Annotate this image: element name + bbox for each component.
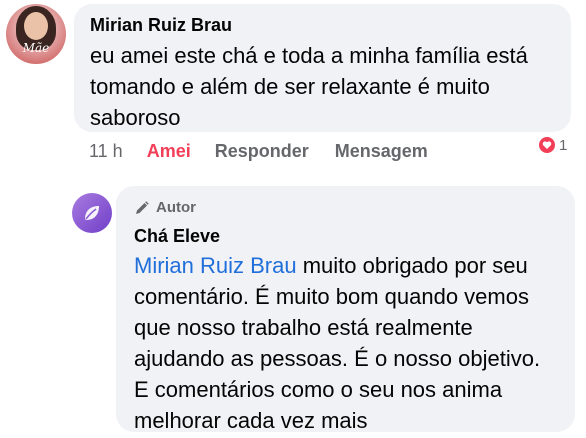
like-button[interactable]: Amei (147, 140, 191, 162)
reaction-count: 1 (559, 136, 568, 154)
heart-icon (537, 135, 557, 155)
reply-text: Mirian Ruiz Brau muito obrigado por seu … (134, 250, 559, 436)
comment-author[interactable]: Mirian Ruiz Brau (90, 13, 557, 37)
reply-bubble: Autor Chá Eleve Mirian Ruiz Brau muito o… (116, 186, 575, 433)
reaction-summary[interactable]: 1 (535, 134, 570, 156)
avatar[interactable]: Mãe (6, 4, 66, 64)
message-button[interactable]: Mensagem (335, 140, 428, 162)
avatar-face (24, 12, 48, 40)
author-badge: Autor (134, 198, 559, 218)
pencil-icon (136, 201, 149, 214)
comment-actions: 11 h Amei Responder Mensagem (89, 140, 428, 162)
comment-text: eu amei este chá e toda a minha família … (90, 43, 528, 130)
comment-timestamp[interactable]: 11 h (89, 140, 123, 162)
avatar-label: Mãe (22, 41, 50, 55)
reply-body: muito obrigado por seu comentário. É mui… (134, 253, 541, 433)
comment-bubble: Mirian Ruiz Brau eu amei este chá e toda… (74, 4, 571, 132)
author-badge-label: Autor (156, 199, 196, 216)
mention-link[interactable]: Mirian Ruiz Brau (134, 253, 297, 278)
page-avatar[interactable] (72, 193, 112, 233)
reply-author[interactable]: Chá Eleve (134, 224, 559, 248)
reply-button[interactable]: Responder (215, 140, 309, 162)
leaf-icon (85, 206, 99, 220)
